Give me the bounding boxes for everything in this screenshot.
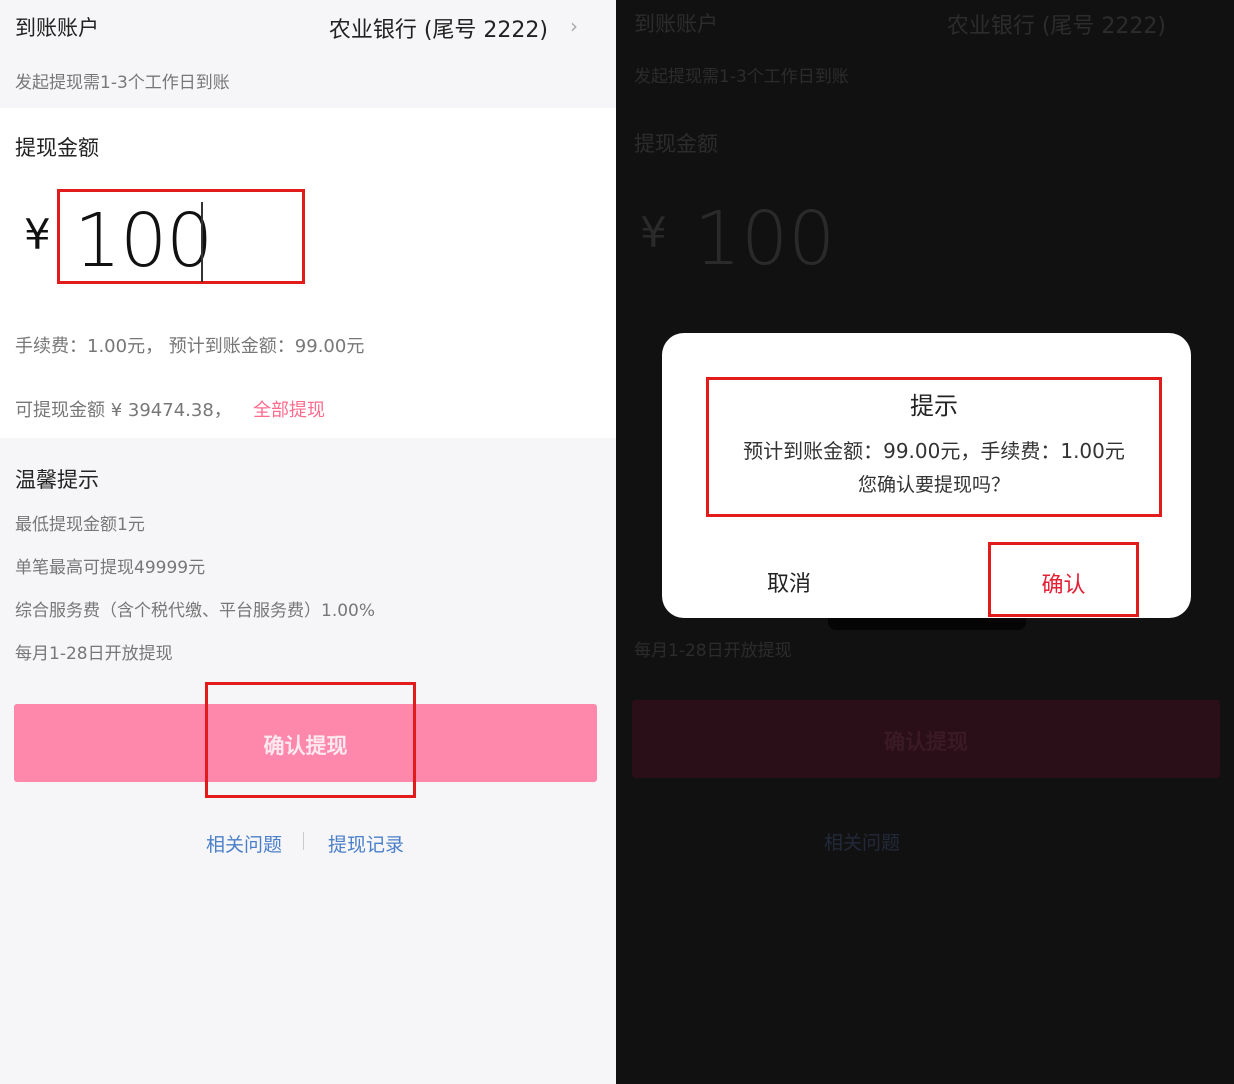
confirm-button[interactable]: 确认 [988,542,1139,617]
withdraw-all-link[interactable]: 全部提现 [253,396,325,422]
dimmed-account-label: 到账账户 [634,12,718,36]
confirm-dialog: 提示 预计到账金额：99.00元，手续费：1.00元 您确认要提现吗？ 取消 确… [662,333,1191,618]
account-section[interactable]: 到账账户 农业银行 (尾号 2222) › 发起提现需1-3个工作日到账 [0,0,616,108]
chevron-right-icon[interactable]: › [570,14,578,38]
dimmed-links: 相关问题 [824,832,901,854]
highlight-box [205,682,416,798]
amount-title: 提现金额 [15,136,99,160]
link-divider [303,832,304,850]
dialog-question: 您确认要提现吗？ [857,474,1010,496]
dimmed-amount-value: 100 [694,196,836,282]
dimmed-arrival-note: 发起提现需1-3个工作日到账 [634,67,849,87]
account-label: 到账账户 [15,16,99,40]
dimmed-account-bank: 农业银行 (尾号 2222) [946,14,1166,39]
fee-info: 手续费：1.00元， 预计到账金额：99.00元 [15,336,365,357]
cancel-button[interactable]: 取消 [767,566,811,598]
dimmed-confirm-label: 确认提现 [884,730,968,754]
arrival-note: 发起提现需1-3个工作日到账 [15,73,230,93]
confirm-label: 确认 [1041,573,1086,598]
dialog-highlight-box: 提示 预计到账金额：99.00元，手续费：1.00元 您确认要提现吗？ [706,377,1162,517]
amount-value: 100 [74,198,213,284]
text-caret [201,202,203,282]
screenshot-stage: 到账账户 农业银行 (尾号 2222) › 发起提现需1-3个工作日到账 提现金… [0,0,1234,1084]
withdraw-form-screen: 到账账户 农业银行 (尾号 2222) › 发起提现需1-3个工作日到账 提现金… [0,0,616,1084]
related-questions-link[interactable]: 相关问题 [206,830,282,857]
withdraw-records-link[interactable]: 提现记录 [328,830,404,857]
dialog-title: 提示 [910,392,958,420]
account-bank[interactable]: 农业银行 (尾号 2222) [329,12,548,44]
tips-section: 温馨提示 最低提现金额1元 单笔最高可提现49999元 综合服务费（含个税代缴、… [0,438,616,1084]
dialog-message: 预计到账金额：99.00元，手续费：1.00元 [743,439,1125,463]
amount-input[interactable]: 100 [57,189,305,284]
amount-section: 提现金额 ¥ 100 手续费：1.00元， 预计到账金额：99.00元 可提现金… [0,108,616,438]
tip-item: 最低提现金额1元 [15,515,145,535]
tip-item: 单笔最高可提现49999元 [15,558,206,578]
dimmed-confirm-button: 确认提现 [632,700,1220,778]
dimmed-tip-item: 每月1-28日开放提现 [634,641,792,661]
tips-title: 温馨提示 [15,468,99,492]
currency-symbol: ¥ [24,210,51,259]
tip-item: 综合服务费（含个税代缴、平台服务费）1.00% [15,601,376,621]
dimmed-currency-symbol: ¥ [640,208,667,257]
dimmed-amount-title: 提现金额 [634,132,718,156]
tip-item: 每月1-28日开放提现 [15,644,173,664]
available-balance: 可提现金额 ¥ 39474.38， [15,400,232,421]
